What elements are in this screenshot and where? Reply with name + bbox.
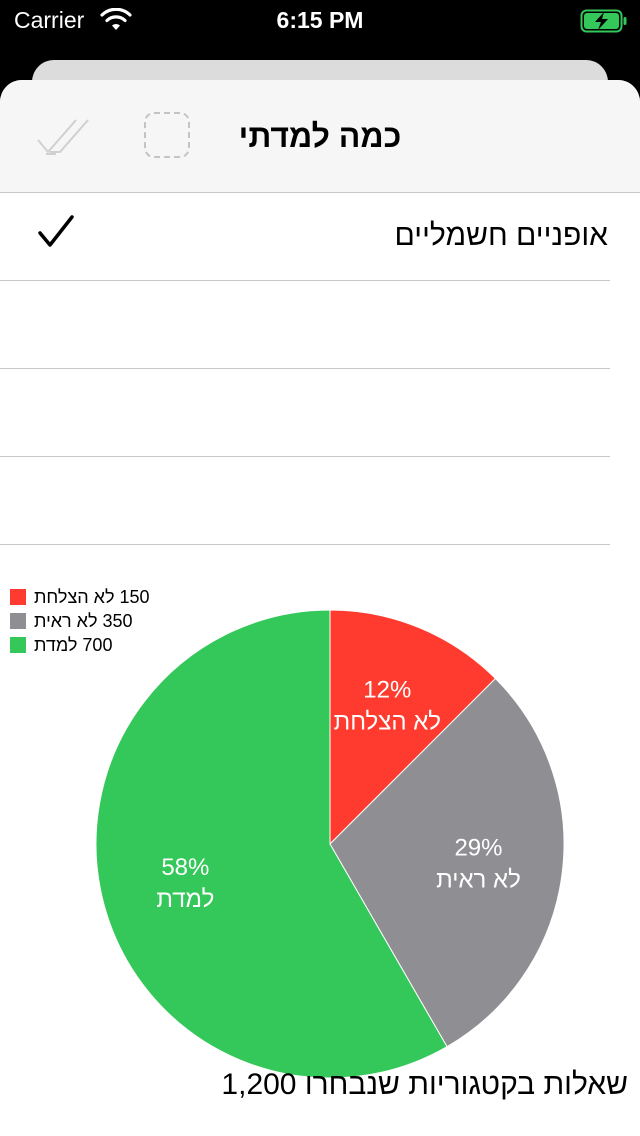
list-item[interactable] bbox=[0, 369, 610, 457]
status-bar: Carrier 6:15 PM bbox=[0, 0, 640, 40]
slice-percent-label: 12% bbox=[363, 677, 411, 704]
slice-percent-label: 58% bbox=[161, 854, 209, 881]
list-item[interactable] bbox=[0, 281, 610, 369]
page-title: כמה למדתי bbox=[238, 118, 402, 154]
pie-chart: 12% לא הצלחת 29% לא ראית 58% למדת bbox=[95, 609, 565, 1079]
modal-sheet: כמה למדתי אופניים חשמליים 150 לא הצלחת 3… bbox=[0, 80, 640, 1136]
slice-percent-label: 29% bbox=[454, 835, 502, 862]
battery-charging-icon bbox=[580, 9, 628, 40]
list-item[interactable]: אופניים חשמליים bbox=[0, 193, 610, 281]
checkmark-icon bbox=[36, 213, 76, 253]
clock: 6:15 PM bbox=[276, 7, 364, 33]
slice-category-label: לא ראית bbox=[436, 867, 521, 894]
slice-category-label: למדת bbox=[156, 886, 214, 913]
slice-category-label: לא הצלחת bbox=[334, 709, 441, 736]
list-item-label: אופניים חשמליים bbox=[394, 219, 608, 252]
navigation-bar: כמה למדתי bbox=[0, 80, 640, 193]
total-questions-label: 1,200 שאלות בקטגוריות שנבחרו bbox=[221, 1068, 628, 1101]
list-item[interactable] bbox=[0, 457, 610, 545]
